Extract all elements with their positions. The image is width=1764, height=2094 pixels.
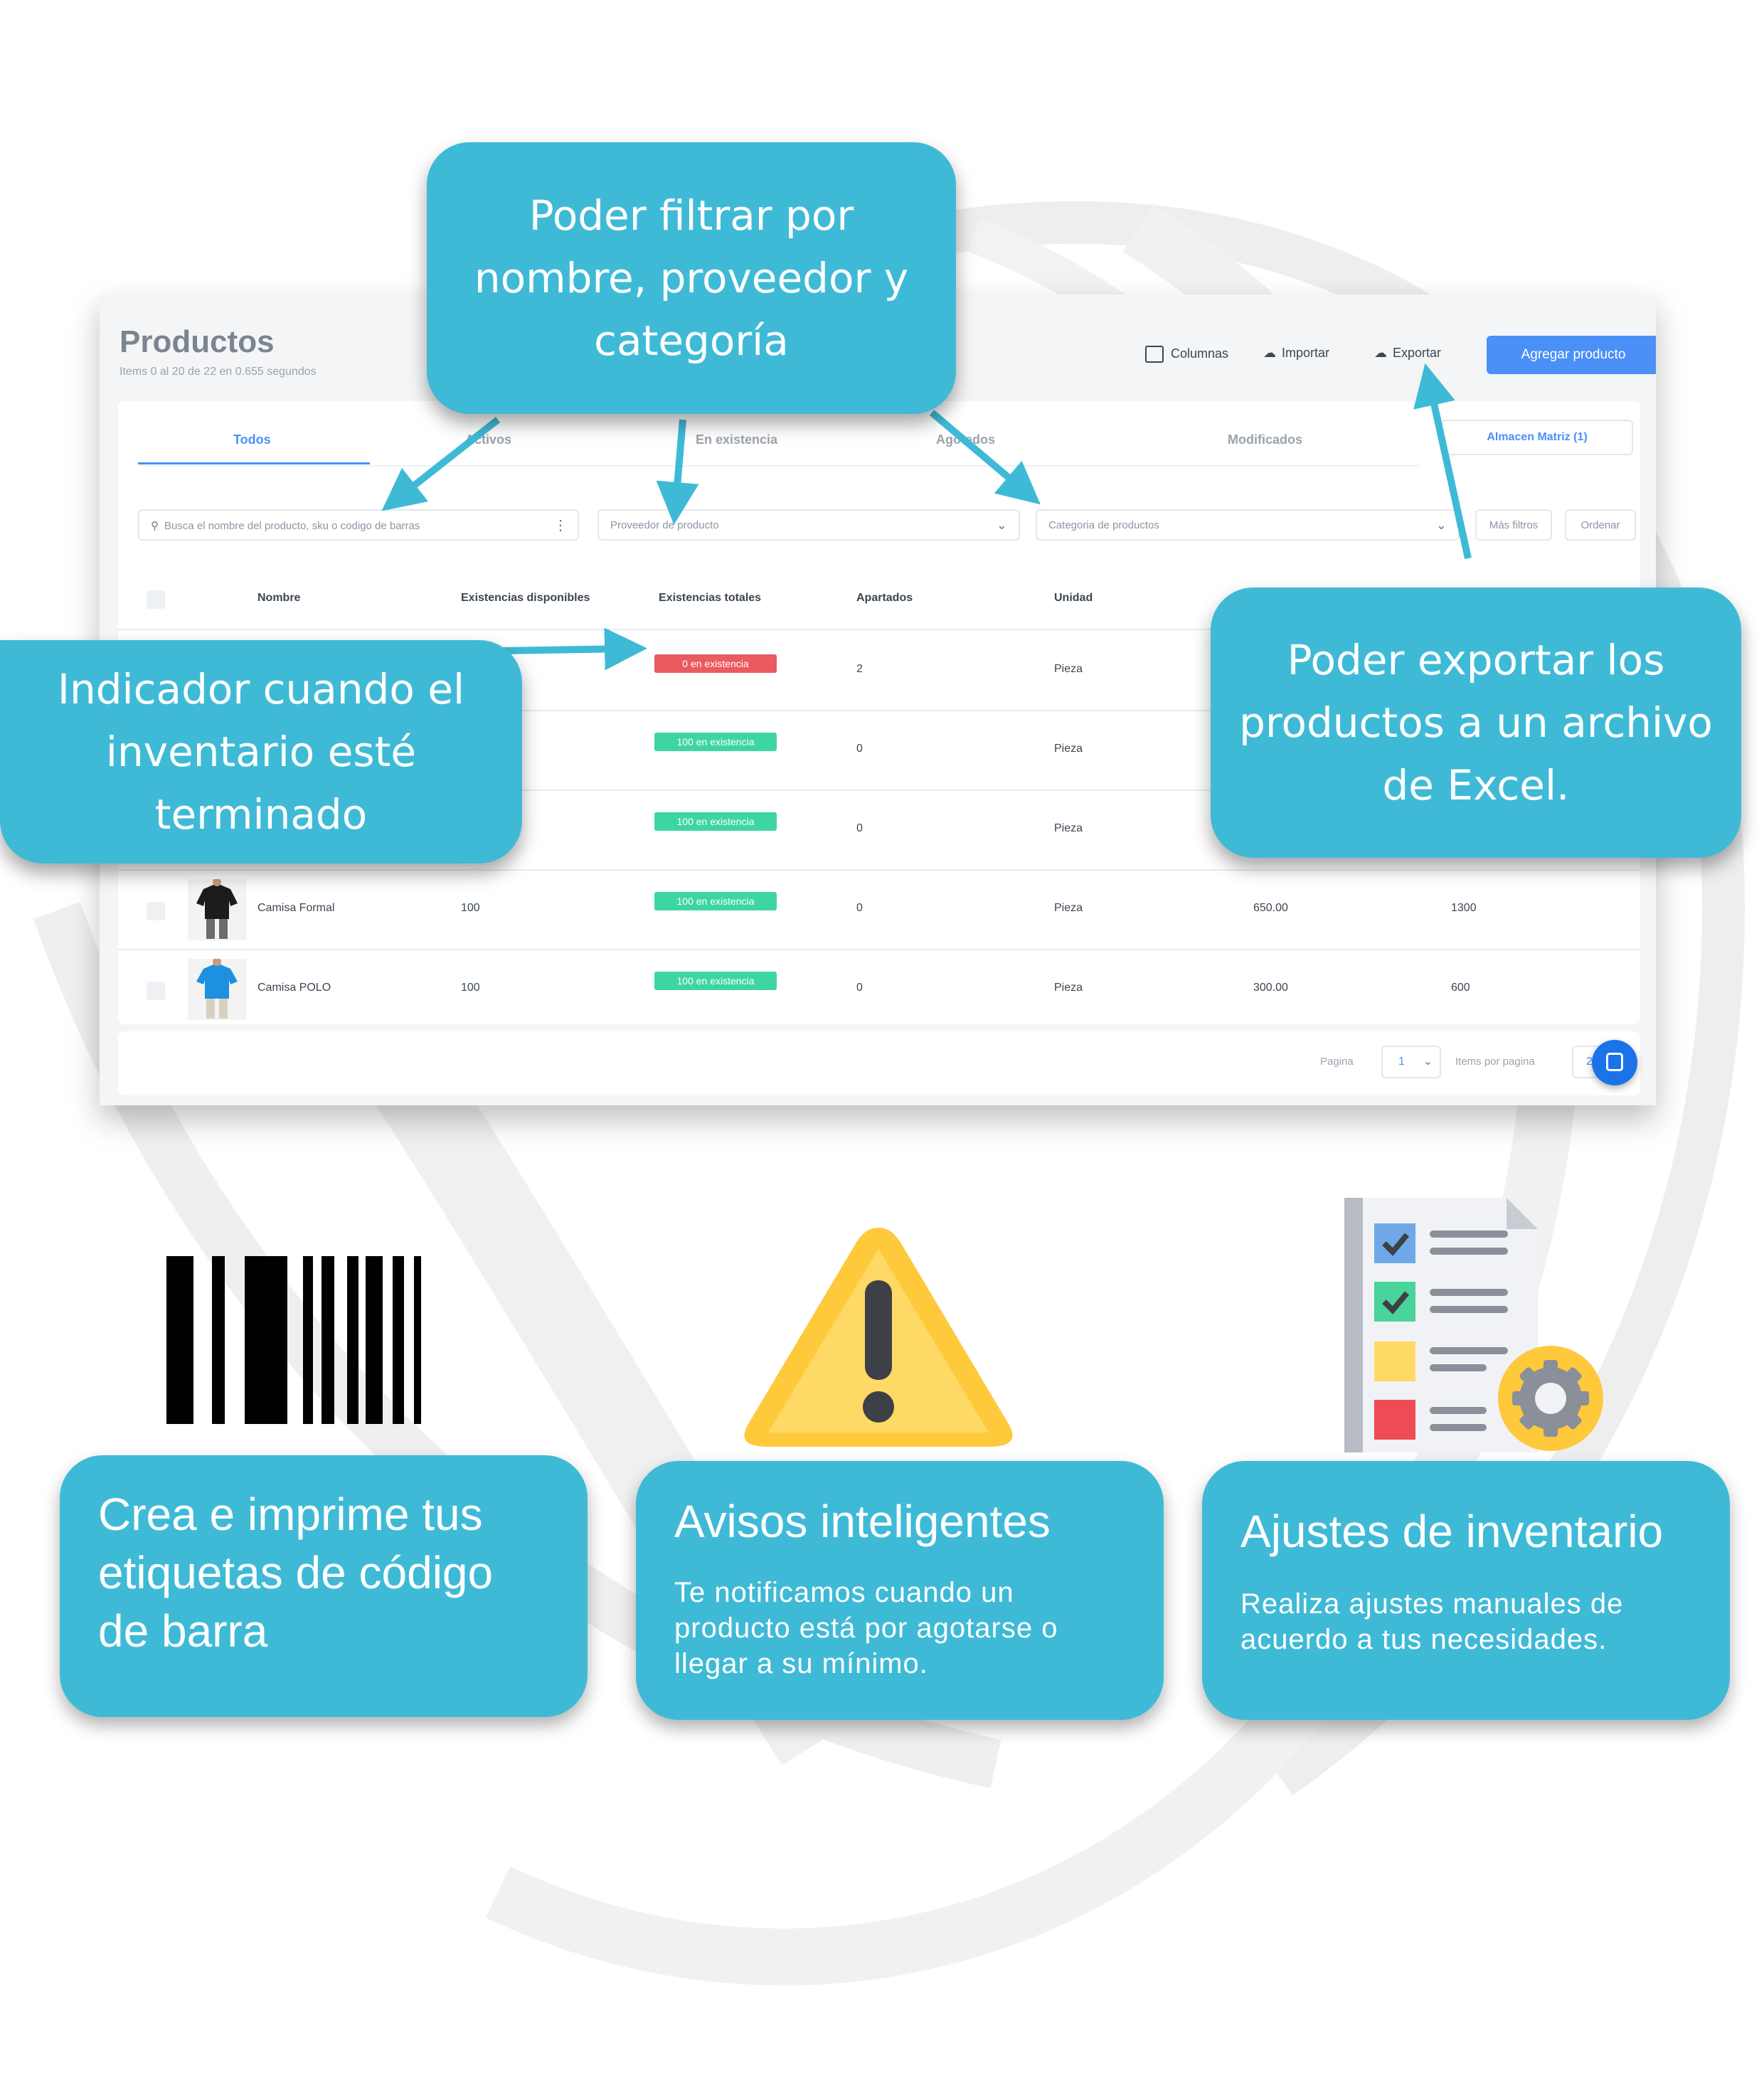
feature-card-alerts: Avisos inteligentes Te notificamos cuand…: [636, 1461, 1164, 1720]
feature-card-barcode: Crea e imprime tus etiquetas de código d…: [60, 1455, 588, 1717]
inventory-adjust-icon: [1344, 1198, 1603, 1452]
callout-export: Poder exportar los productos a un archiv…: [1211, 588, 1741, 858]
callout-stock-indicator: Indicador cuando el inventario esté term…: [0, 640, 522, 863]
feature-card-adjust: Ajustes de inventario Realiza ajustes ma…: [1202, 1461, 1730, 1720]
warning-icon: [744, 1228, 1013, 1447]
callout-filter: Poder filtrar por nombre, proveedor y ca…: [427, 142, 956, 414]
barcode-icon: [166, 1256, 421, 1424]
